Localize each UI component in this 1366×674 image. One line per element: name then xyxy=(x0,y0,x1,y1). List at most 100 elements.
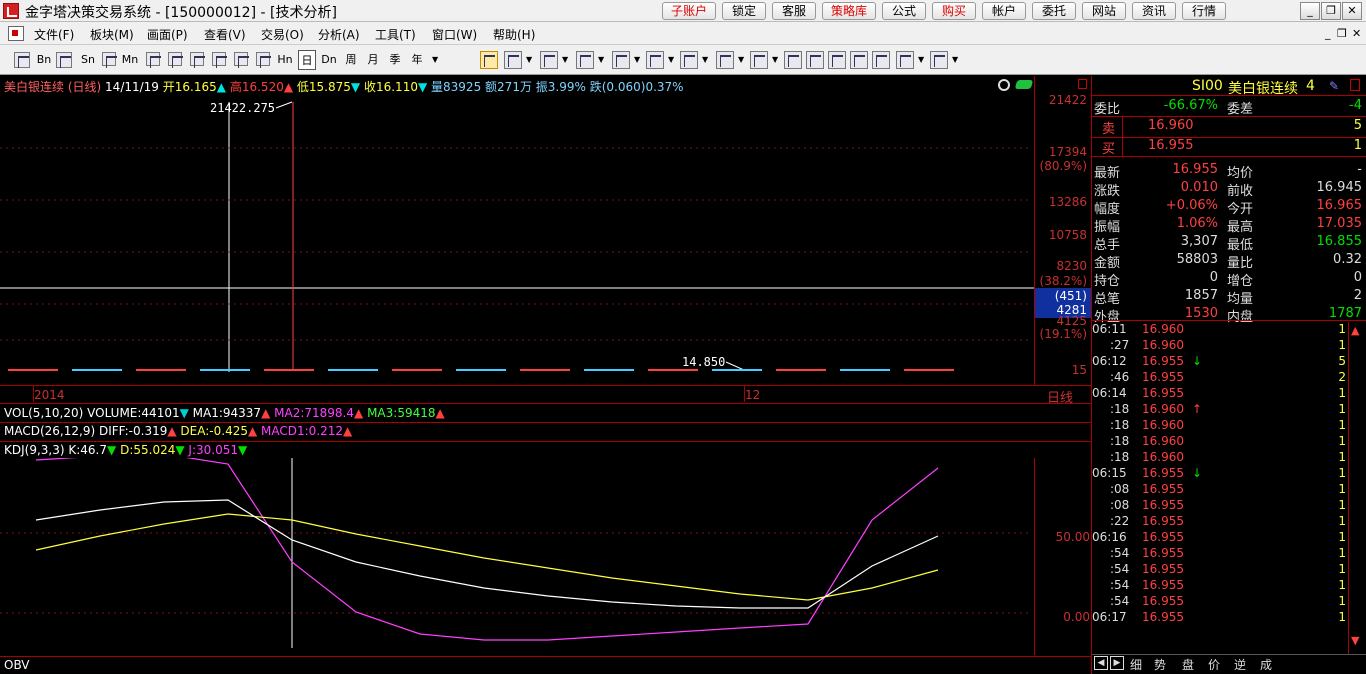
period-10m-icon[interactable] xyxy=(190,52,205,68)
draw-rectangle-chevron-icon[interactable]: ▼ xyxy=(738,55,744,64)
draw-grid-chevron-icon[interactable]: ▼ xyxy=(598,55,604,64)
expand-icon[interactable] xyxy=(1078,79,1087,89)
menu-window[interactable]: 窗口(W) xyxy=(432,26,477,43)
period-30m-icon[interactable] xyxy=(234,52,249,68)
period-day[interactable]: 日 xyxy=(298,50,316,70)
mdi-restore-icon[interactable]: ❐ xyxy=(1337,27,1347,40)
eraser-icon[interactable] xyxy=(850,51,868,69)
menu-trade[interactable]: 交易(O) xyxy=(261,26,304,43)
draw-ellipse-icon[interactable] xyxy=(750,51,768,69)
more-periods-chevron-icon[interactable]: ▼ xyxy=(432,55,438,64)
pin-icon[interactable]: ✎ xyxy=(1329,79,1339,93)
website-button[interactable]: 网站 xyxy=(1082,2,1126,20)
draw-line-chevron-icon[interactable]: ▼ xyxy=(526,55,532,64)
close-icon[interactable]: ✕ xyxy=(1342,2,1362,20)
menu-view[interactable]: 查看(V) xyxy=(204,26,246,43)
period-month[interactable]: 月 xyxy=(364,50,382,70)
document-icon[interactable] xyxy=(8,26,24,41)
draw-text-icon[interactable] xyxy=(784,51,802,69)
scroll-down-icon[interactable]: ▼ xyxy=(1351,634,1359,647)
period-dn[interactable]: Dn xyxy=(320,50,338,70)
mdi-close-icon[interactable]: ✕ xyxy=(1352,27,1361,40)
copy-icon[interactable] xyxy=(872,51,890,69)
panel-expand-icon[interactable] xyxy=(1350,79,1360,91)
draw-fibonacci-chevron-icon[interactable]: ▼ xyxy=(668,55,674,64)
menu-sector[interactable]: 板块(M) xyxy=(90,26,134,43)
settings-icon[interactable] xyxy=(930,51,948,69)
tab-next-icon[interactable]: ▶ xyxy=(1110,656,1124,670)
draw-rectangle-icon[interactable] xyxy=(716,51,734,69)
period-quarter[interactable]: 季 xyxy=(386,50,404,70)
cloud-icon[interactable] xyxy=(1014,80,1034,89)
period-15m-icon[interactable] xyxy=(212,52,227,68)
period-1m-icon[interactable] xyxy=(102,52,117,68)
minimize-icon[interactable]: _ xyxy=(1300,2,1320,20)
tick-time: :18 xyxy=(1110,434,1130,448)
draw-pattern-chevron-icon[interactable]: ▼ xyxy=(702,55,708,64)
tick-volume: 1 xyxy=(1338,578,1346,592)
menu-analysis[interactable]: 分析(A) xyxy=(318,26,360,43)
formula-button[interactable]: 公式 xyxy=(882,2,926,20)
axis-label-4125: 4125 xyxy=(1056,314,1087,328)
tab-price[interactable]: 价 xyxy=(1208,656,1220,673)
kdj-chart[interactable] xyxy=(0,458,1034,650)
period-bn[interactable]: Bn xyxy=(36,50,52,70)
period-sn[interactable]: Sn xyxy=(80,50,96,70)
tab-trend[interactable]: 势 xyxy=(1154,656,1166,673)
tab-deals[interactable]: 成 xyxy=(1260,656,1272,673)
mdi-minimize-icon[interactable]: _ xyxy=(1325,27,1331,40)
draw-channel-icon[interactable] xyxy=(540,51,558,69)
color-palette-icon[interactable] xyxy=(896,51,914,69)
draw-fan-chevron-icon[interactable]: ▼ xyxy=(634,55,640,64)
draw-channel-chevron-icon[interactable]: ▼ xyxy=(562,55,568,64)
tab-prev-icon[interactable]: ◀ xyxy=(1094,656,1108,670)
tab-reverse[interactable]: 逆 xyxy=(1234,656,1246,673)
period-hn[interactable]: Hn xyxy=(276,50,294,70)
settings-chevron-icon[interactable]: ▼ xyxy=(952,55,958,64)
color-palette-chevron-icon[interactable]: ▼ xyxy=(918,55,924,64)
account-button[interactable]: 帐户 xyxy=(982,2,1026,20)
draw-grid-icon[interactable] xyxy=(576,51,594,69)
menu-file[interactable]: 文件(F) xyxy=(34,26,74,43)
menu-help[interactable]: 帮助(H) xyxy=(493,26,535,43)
gear-icon[interactable] xyxy=(998,79,1010,91)
draw-line-icon[interactable] xyxy=(504,51,522,69)
lock-button[interactable]: 锁定 xyxy=(722,2,766,20)
menu-screen[interactable]: 画面(P) xyxy=(147,26,188,43)
tab-depth[interactable]: 盘 xyxy=(1182,656,1194,673)
period-3m-icon[interactable] xyxy=(146,52,161,68)
draw-arrow-icon[interactable] xyxy=(806,51,824,69)
period-5min-icon[interactable] xyxy=(56,52,72,68)
tick-volume: 1 xyxy=(1338,530,1346,544)
tab-detail[interactable]: 细 xyxy=(1130,656,1142,673)
draw-ellipse-chevron-icon[interactable]: ▼ xyxy=(772,55,778,64)
period-5m-icon[interactable] xyxy=(168,52,183,68)
period-1h-icon[interactable] xyxy=(256,52,271,68)
period-week[interactable]: 周 xyxy=(342,50,360,70)
scroll-up-icon[interactable]: ▲ xyxy=(1351,324,1359,337)
news-button[interactable]: 资讯 xyxy=(1132,2,1176,20)
price-chart[interactable]: 21422.275 14.850 xyxy=(0,92,1034,392)
strategy-library-button[interactable]: 策略库 xyxy=(822,2,876,20)
menu-tools[interactable]: 工具(T) xyxy=(375,26,416,43)
restore-icon[interactable]: ❐ xyxy=(1321,2,1341,20)
buy-button[interactable]: 购买 xyxy=(932,2,976,20)
sub-account-button[interactable]: 子账户 xyxy=(662,2,716,20)
macd-dea: DEA:-0.425 xyxy=(180,424,248,438)
tick-scrollbar[interactable]: ▲ ▼ xyxy=(1348,322,1364,654)
market-button[interactable]: 行情 xyxy=(1182,2,1226,20)
draw-select-icon[interactable] xyxy=(480,51,498,69)
period-mn[interactable]: Mn xyxy=(120,50,140,70)
high-mark-pointer xyxy=(275,101,293,109)
order-button[interactable]: 委托 xyxy=(1032,2,1076,20)
chart-area[interactable]: 美白银连续 (日线) 14/11/19 开16.165▲ 高16.520▲ 低1… xyxy=(0,76,1092,674)
tick-volume: 1 xyxy=(1338,386,1346,400)
draw-pattern-icon[interactable] xyxy=(680,51,698,69)
draw-fibonacci-icon[interactable] xyxy=(646,51,664,69)
stat-label: 最高 xyxy=(1227,220,1254,235)
service-button[interactable]: 客服 xyxy=(772,2,816,20)
period-year[interactable]: 年 xyxy=(408,50,426,70)
period-1min-icon[interactable] xyxy=(14,52,30,68)
draw-delete-icon[interactable] xyxy=(828,51,846,69)
draw-fan-icon[interactable] xyxy=(612,51,630,69)
